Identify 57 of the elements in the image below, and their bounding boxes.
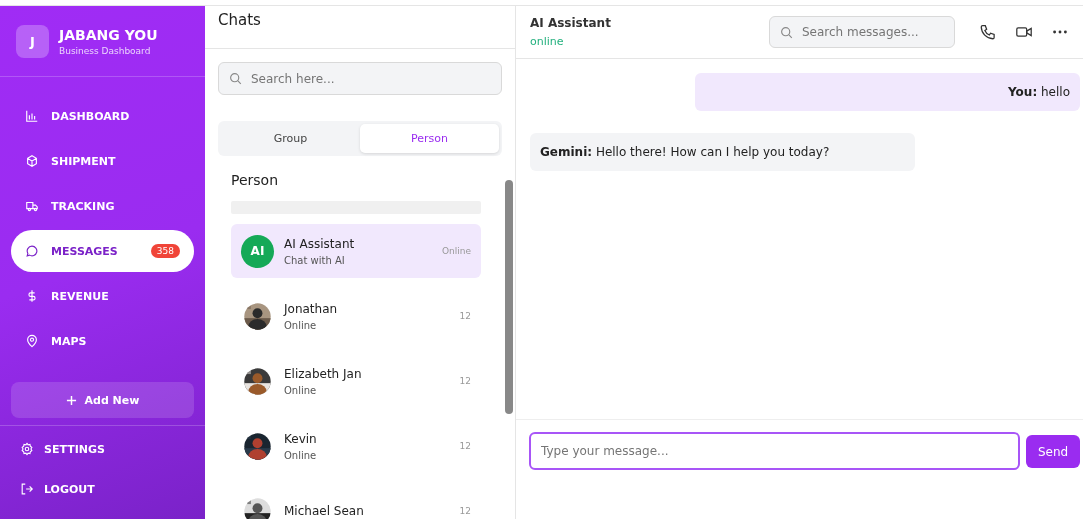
contact-meta: 12 [459,506,471,516]
contact-item[interactable]: AI AI Assistant Chat with AI Online [231,224,481,278]
contact-item[interactable]: Kevin Online 12 [231,419,481,473]
add-new-button[interactable]: Add New [11,382,194,418]
settings-icon [20,442,34,456]
dollar-icon [25,289,39,303]
contact-status: Chat with AI [284,254,346,266]
contact-status: Online [284,449,318,461]
contact-meta: Online [441,246,471,256]
count-badge: 358 [150,244,180,258]
nav-item[interactable]: MESSAGES 358 [11,230,194,272]
plus-icon [65,394,77,406]
chat-bubble-icon [25,244,39,258]
map-pin-icon [25,334,39,348]
avatar: AI [241,234,274,268]
online-status: online [530,35,565,48]
panel-title: Chats [218,11,261,29]
truck-icon [25,199,39,213]
nav-item[interactable]: DASHBOARD [11,95,194,137]
contact-meta: 12 [459,376,471,386]
tab[interactable]: Person [360,124,499,153]
contact-item[interactable]: Jonathan Online 12 [231,289,481,343]
section-heading: Person [231,172,280,188]
contact-status: Online [284,384,318,396]
message-bubble: Gemini: Hello there! How can I help you today? [530,133,915,171]
contact-meta: 12 [459,311,471,321]
contact-name: AI Assistant [530,16,612,30]
contact-meta: 12 [459,441,471,451]
nav-item[interactable]: TRACKING [11,185,194,227]
contact-name: AI Assistant [284,236,356,251]
contact-item[interactable]: Elizabeth Jan Online 12 [231,354,481,408]
contact-name: Elizabeth Jan [284,366,363,381]
settings-link[interactable]: SETTINGS [20,442,185,456]
bar-chart-icon [25,109,39,123]
contact-item[interactable]: Michael Sean 12 [231,484,481,519]
contact-status: Online [284,319,318,331]
logout-icon [20,482,34,496]
logo-tile: J [16,24,49,58]
logout-link[interactable]: LOGOUT [20,482,185,496]
message-bubble: You: hello [695,73,1080,111]
nav-item[interactable]: MAPS [11,320,194,362]
message-input[interactable]: Type your message... [529,432,1020,470]
search-field[interactable]: Search messages... [769,16,955,48]
tab[interactable]: Group [221,124,360,153]
search-icon [780,25,793,39]
box-icon [25,154,39,168]
contact-name: Kevin [284,431,318,446]
nav-item[interactable]: SHIPMENT [11,140,194,182]
contact-name: Michael Sean [284,504,365,518]
send-button[interactable]: Send [1026,435,1080,468]
search-field[interactable]: Search here... [218,62,502,95]
brand-subtitle: Business Dashboard [59,45,152,56]
nav-item[interactable]: REVENUE [11,275,194,317]
brand-name: JABANG YOU [59,26,158,43]
search-icon [229,72,242,85]
phone-icon[interactable] [979,23,997,41]
contact-name: Jonathan [284,301,339,316]
